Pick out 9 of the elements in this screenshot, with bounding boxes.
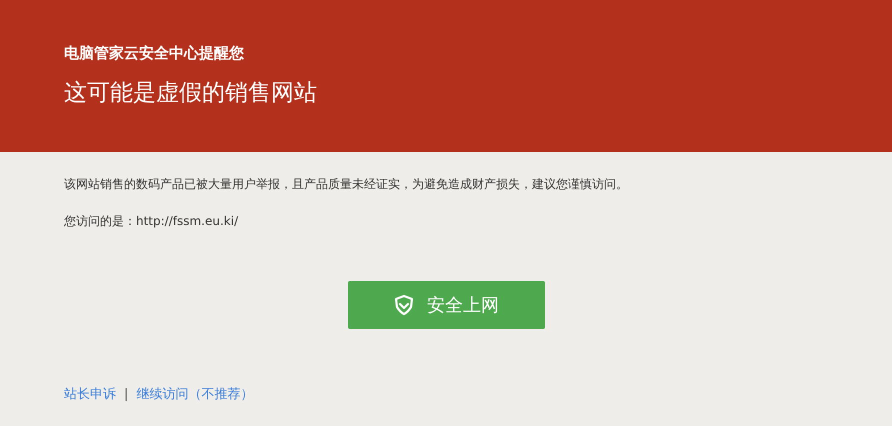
link-separator: | [124,386,128,402]
visited-url: 您访问的是：http://fssm.eu.ki/ [64,213,240,230]
continue-link[interactable]: 继续访问（不推荐） [136,385,254,403]
shield-check-icon [393,294,415,316]
appeal-link[interactable]: 站长申诉 [64,385,116,403]
banner-subtitle: 电脑管家云安全中心提醒您 [64,44,245,63]
safe-browse-button[interactable]: 安全上网 [348,281,544,329]
warning-message: 该网站销售的数码产品已被大量用户举报，且产品质量未经证实，为避免造成财产损失，建议您谨慎访问。 [64,176,629,193]
banner-title: 这可能是虚假的销售网站 [64,79,318,108]
